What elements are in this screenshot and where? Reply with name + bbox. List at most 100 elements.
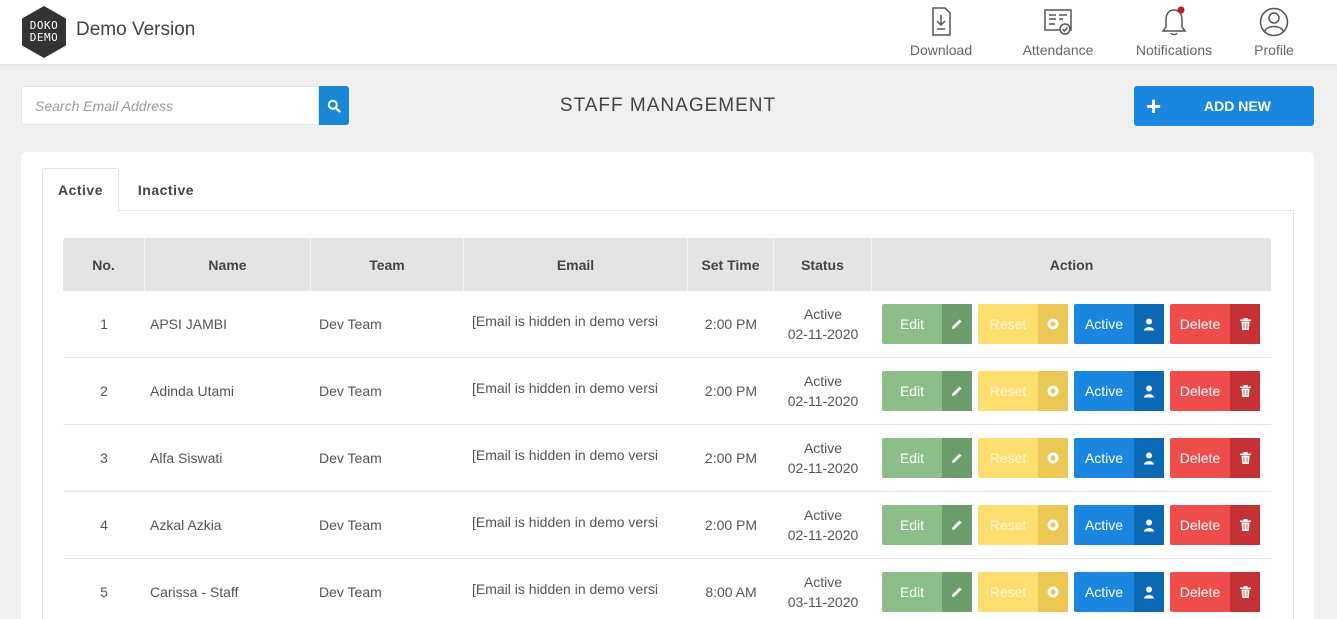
nav-attendance-label: Attendance [1022,42,1094,58]
staff-email: [Email is hidden in demo versi [472,380,658,396]
nav-profile[interactable]: Profile [1248,6,1300,62]
status-cell: Active 02-11-2020 [774,358,872,424]
notification-dot-icon [1177,6,1185,14]
staff-email: [Email is hidden in demo versi [472,514,658,530]
activate-button[interactable]: Active [1074,438,1164,478]
delete-button[interactable]: Delete [1170,304,1260,344]
nav-attendance[interactable]: Attendance [1018,6,1098,62]
staff-email: [Email is hidden in demo versi [472,313,658,329]
reset-button[interactable]: Reset [978,371,1068,411]
activate-button[interactable]: Active [1074,572,1164,612]
reset-label: Reset [989,316,1027,332]
add-new-label: ADD NEW [1204,98,1271,114]
set-time: 2:00 PM [704,383,758,399]
reset-label: Reset [989,517,1027,533]
row-number: 4 [100,517,108,533]
search-icon [327,99,341,113]
search-input[interactable] [22,87,318,124]
activate-button[interactable]: Active [1074,371,1164,411]
column-header-email: Email [464,238,688,291]
delete-label: Delete [1179,316,1221,332]
page-title: STAFF MANAGEMENT [559,95,777,116]
delete-label: Delete [1179,517,1221,533]
reset-label: Reset [989,584,1027,600]
status-label: Active [803,373,843,389]
nav-download-label: Download [909,42,973,58]
tab-bar: Active Inactive [42,168,1294,212]
table-row: 3 Alfa Siswati Dev Team [Email is hidden… [63,425,1271,492]
column-header-name: Name [145,238,311,291]
tab-inactive[interactable]: Inactive [126,168,206,211]
status-date: 02-11-2020 [787,527,859,543]
reset-button[interactable]: Reset [978,304,1068,344]
column-header-action: Action [1049,256,1094,273]
staff-name: Azkal Azkia [150,517,222,533]
active-label: Active [1084,383,1124,399]
column-header-team: Team [311,238,464,291]
delete-label: Delete [1179,450,1221,466]
table-row: 5 Carissa - Staff Dev Team [Email is hid… [63,559,1271,619]
table-row: 4 Azkal Azkia Dev Team [Email is hidden … [63,492,1271,559]
search-box [21,86,319,125]
edit-button[interactable]: Edit [882,505,972,545]
edit-button[interactable]: Edit [882,371,972,411]
tab-active[interactable]: Active [42,168,119,212]
app-title: Demo Version [76,19,196,40]
status-cell: Active 02-11-2020 [774,492,872,558]
reset-button[interactable]: Reset [978,505,1068,545]
nav-notifications-label: Notifications [1135,42,1213,58]
user-icon [1259,7,1289,37]
delete-label: Delete [1179,584,1221,600]
edit-label: Edit [899,316,925,332]
reset-button[interactable]: Reset [978,438,1068,478]
trash-icon [1230,505,1260,545]
staff-name: Adinda Utami [150,383,235,399]
delete-button[interactable]: Delete [1170,438,1260,478]
trash-icon [1230,572,1260,612]
edit-label: Edit [899,584,925,600]
staff-table: No. Name Team Email Set Time Status Acti… [63,238,1271,619]
column-header-no: No. [63,238,145,291]
table-header: No. Name Team Email Set Time Status Acti… [63,238,1271,291]
active-label: Active [1084,450,1124,466]
download-icon [932,7,951,36]
delete-button[interactable]: Delete [1170,572,1260,612]
nav-download[interactable]: Download [905,6,977,62]
pencil-icon [942,572,972,612]
edit-button[interactable]: Edit [882,304,972,344]
reset-button[interactable]: Reset [978,572,1068,612]
edit-button[interactable]: Edit [882,572,972,612]
staff-card: Active Inactive No. Name Team Email Set … [21,152,1314,619]
row-number: 3 [100,450,108,466]
nav-notifications[interactable]: Notifications [1130,6,1218,62]
status-cell: Active 03-11-2020 [774,559,872,619]
trash-icon [1230,371,1260,411]
delete-button[interactable]: Delete [1170,505,1260,545]
add-new-button[interactable]: + ADD NEW [1134,86,1314,126]
set-time: 2:00 PM [704,316,758,332]
search-button[interactable] [319,86,349,125]
active-label: Active [1084,517,1124,533]
gear-icon [1038,371,1068,411]
set-time: 8:00 AM [705,584,757,600]
staff-team: Dev Team [319,517,382,533]
activate-button[interactable]: Active [1074,304,1164,344]
staff-email: [Email is hidden in demo versi [472,447,658,463]
app-logo[interactable]: DOKO DEMO [20,5,68,59]
trash-icon [1230,438,1260,478]
status-date: 02-11-2020 [787,326,859,342]
status-label: Active [803,507,843,523]
reset-label: Reset [989,450,1027,466]
edit-button[interactable]: Edit [882,438,972,478]
delete-button[interactable]: Delete [1170,371,1260,411]
gear-icon [1038,304,1068,344]
nav-profile-label: Profile [1254,42,1294,58]
gear-icon [1038,505,1068,545]
pencil-icon [942,304,972,344]
status-label: Active [803,440,843,456]
pencil-icon [942,505,972,545]
person-icon [1134,371,1164,411]
staff-name: Carissa - Staff [150,584,239,600]
staff-team: Dev Team [319,383,382,399]
activate-button[interactable]: Active [1074,505,1164,545]
